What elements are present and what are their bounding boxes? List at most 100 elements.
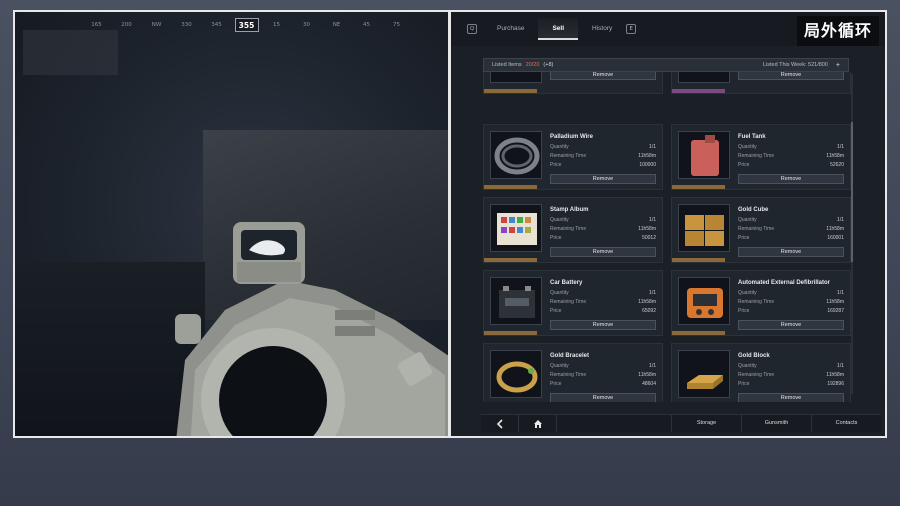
listing-card: Gold Bracelet Quantity 1/1 Remaining Time… [483, 343, 663, 402]
item-thumbnail [490, 350, 542, 398]
compass-heading: 355 [234, 18, 259, 32]
car-battery-icon [499, 286, 535, 318]
remove-button[interactable]: Remove [550, 174, 656, 184]
listing-card: Quantity Remaining Time Price5254 Remove [671, 72, 851, 94]
stamp-album-icon [497, 213, 537, 245]
item-name: Gold Bracelet [550, 353, 590, 359]
prev-tab-key-hint[interactable]: Q [467, 24, 477, 34]
compass-tick: 165 [91, 22, 102, 28]
listing-card: Automated External Defibrillator Quantit… [671, 270, 851, 336]
compass-bar: 165 200 NW 330 345 355 15 30 NE 45 75 [15, 18, 448, 40]
device-icon [679, 72, 731, 84]
price-value: 48604 [642, 381, 656, 387]
compass-tick: NE [332, 22, 341, 28]
price-value: 100000 [639, 162, 656, 168]
price-value: 52620 [830, 162, 844, 168]
compass-tick [52, 18, 82, 40]
remove-button[interactable]: Remove [738, 174, 844, 184]
add-listing-button[interactable]: + [836, 62, 840, 69]
tab-purchase[interactable]: Purchase [483, 18, 538, 40]
gold-block-icon [687, 375, 723, 389]
next-tab-key-hint[interactable]: E [626, 24, 637, 34]
price-value: 192896 [827, 381, 844, 387]
gold-cube-icon [685, 215, 724, 246]
item-name: Automated External Defibrillator [738, 280, 831, 286]
compass-tick: 200 [121, 22, 132, 28]
listing-card: Fuel Tank Quantity 1/1 Remaining Time 11h5… [671, 124, 851, 190]
item-name: Car Battery [550, 280, 583, 286]
tab-history[interactable]: History [578, 18, 626, 40]
item-name: Gold Cube [738, 207, 769, 213]
listing-card: Gold Cube Quantity 1/1 Remaining Time 11h5… [671, 197, 851, 263]
remove-button[interactable]: Remove [738, 247, 844, 257]
rarity-strip [672, 89, 725, 93]
rarity-strip [484, 258, 537, 262]
trader-sell-panel: Q Purchase Sell History E 局外循环 Listed It… [450, 10, 887, 438]
palladium-wire-icon [494, 137, 540, 175]
channel-watermark: 局外循环 [797, 16, 879, 46]
item-thumbnail [490, 72, 542, 83]
listing-scroll-thumb[interactable] [851, 122, 853, 262]
fuel-tank-icon [691, 135, 719, 176]
gunsmith-button[interactable]: Gunsmith [741, 415, 811, 432]
item-name: Fuel Tank [738, 134, 766, 140]
compass-tick: 45 [363, 22, 370, 28]
listed-items-label: Listed Items [492, 62, 522, 68]
item-thumbnail [678, 204, 730, 252]
remove-button[interactable]: Remove [550, 247, 656, 257]
item-thumbnail [490, 277, 542, 325]
compass-tick: 345 [211, 22, 222, 28]
price-value: 169287 [827, 308, 844, 314]
compass-tick: 30 [303, 22, 310, 28]
defibrillator-icon [687, 288, 723, 318]
listed-items-bonus: (+8) [543, 62, 554, 68]
chevron-left-icon [496, 418, 503, 429]
compass-tick: 330 [181, 22, 192, 28]
item-name: Palladium Wire [550, 134, 593, 140]
listed-items-bar: Listed Items 20/20 (+8) Listed This Week… [483, 58, 849, 72]
item-thumbnail [678, 350, 730, 398]
item-name: Gold Block [738, 353, 770, 359]
weapon-sight-image [175, 222, 448, 436]
rarity-strip [672, 258, 725, 262]
rarity-strip [484, 331, 537, 335]
listing-card: Stamp Album Quantity 1/1 Remaining Time 11… [483, 197, 663, 263]
back-button[interactable] [481, 415, 519, 432]
listing-card: Car Battery Quantity 1/1 Remaining Time 11… [483, 270, 663, 336]
gold-bracelet-icon [496, 361, 538, 393]
listed-items-count: 20/20 [525, 62, 540, 68]
rarity-strip [484, 89, 537, 93]
remove-button[interactable]: Remove [550, 72, 656, 80]
item-thumbnail [678, 277, 730, 325]
compass-tick: NW [151, 22, 162, 28]
rarity-strip [672, 185, 725, 189]
home-icon [533, 419, 542, 428]
compass-tick: 75 [393, 22, 400, 28]
tab-sell[interactable]: Sell [538, 18, 579, 40]
remove-button[interactable]: Remove [550, 393, 656, 402]
price-value: 65092 [642, 308, 656, 314]
listing-card: Palladium Wire Quantity 1/1 Remaining Tim… [483, 124, 663, 190]
item-thumbnail [678, 131, 730, 179]
remove-button[interactable]: Remove [550, 320, 656, 330]
game-viewport: 165 200 NW 330 345 355 15 30 NE 45 75 [13, 10, 450, 438]
compass-tick: 15 [273, 22, 280, 28]
item-name: Stamp Album [550, 207, 589, 213]
bottom-navigation: Storage Gunsmith Contacts [481, 414, 881, 432]
storage-button[interactable]: Storage [671, 415, 741, 432]
remove-button[interactable]: Remove [738, 320, 844, 330]
listed-this-week: Listed This Week: 521/800 [762, 62, 828, 68]
home-button[interactable] [519, 415, 557, 432]
remove-button[interactable]: Remove [738, 72, 844, 80]
rarity-strip [484, 185, 537, 189]
listing-card: Quantity Remaining Time Price4919 Remove [483, 72, 663, 94]
contacts-button[interactable]: Contacts [811, 415, 881, 432]
price-value: 50012 [642, 235, 656, 241]
listing-card: Gold Block Quantity 1/1 Remaining Time 11h… [671, 343, 851, 402]
remove-button[interactable]: Remove [738, 393, 844, 402]
listing-grid: Quantity Remaining Time Price4919 Remove… [483, 72, 857, 402]
item-thumbnail [490, 204, 542, 252]
item-thumbnail [678, 72, 730, 83]
price-value: 160001 [827, 235, 844, 241]
rarity-strip [672, 331, 725, 335]
